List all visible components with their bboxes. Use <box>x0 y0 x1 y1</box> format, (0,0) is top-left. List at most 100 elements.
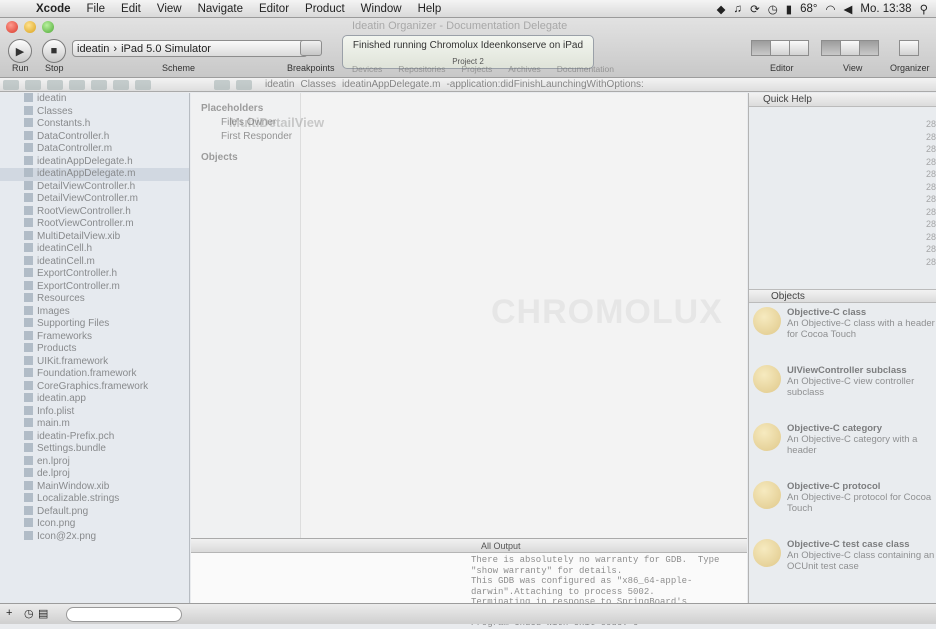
navigator-row[interactable]: ideatinAppDelegate.m <box>0 168 189 181</box>
navigator-row[interactable]: Settings.bundle <box>0 443 189 456</box>
navigator-row[interactable]: Info.plist <box>0 405 189 419</box>
navigator-row[interactable]: DetailViewController.m <box>0 193 189 206</box>
navigator-row[interactable]: Images <box>0 305 189 319</box>
library-item[interactable]: Objective-C category An Objective-C categ… <box>753 423 935 463</box>
console-output-selector[interactable]: All Output <box>191 539 747 553</box>
run-button[interactable]: ▶ <box>8 39 32 63</box>
organizer-button[interactable] <box>899 40 919 56</box>
library-item[interactable]: UIViewController subclass An Objective-C … <box>753 365 935 405</box>
navigator-row[interactable]: MainWindow.xib <box>0 480 189 494</box>
editor-mode-control[interactable] <box>751 40 809 56</box>
debug-navigator-icon[interactable] <box>91 79 107 90</box>
navigator-row[interactable]: Resources <box>0 293 189 306</box>
wifi-icon[interactable]: ◠ <box>826 2 836 16</box>
stop-button[interactable]: ■ <box>42 39 66 63</box>
recent-files-icon[interactable]: ◷ <box>24 607 34 620</box>
menu-help[interactable]: Help <box>410 3 450 15</box>
navigator-row[interactable]: RootViewController.h <box>0 205 189 219</box>
menu-edit[interactable]: Edit <box>113 3 149 15</box>
tab-projects[interactable]: Projects <box>461 64 492 74</box>
library-header[interactable]: Objects <box>749 289 936 303</box>
temperature-readout[interactable]: 68° <box>800 3 817 15</box>
volume-icon[interactable]: ◀ <box>844 2 853 16</box>
tab-devices[interactable]: Devices <box>352 64 382 74</box>
tab-repositories[interactable]: Repositories <box>398 64 445 74</box>
issue-navigator-icon[interactable] <box>69 79 85 90</box>
sync-icon[interactable]: ⟳ <box>750 2 760 16</box>
back-arrow-icon[interactable] <box>214 79 230 90</box>
library-item[interactable]: Objective-C test case class An Objective-… <box>753 539 935 579</box>
search-navigator-icon[interactable] <box>47 79 63 90</box>
navigator-row[interactable]: DataController.m <box>0 143 189 156</box>
debug-area-toggle-icon[interactable] <box>840 40 860 56</box>
navigator-filter-field[interactable] <box>66 607 182 622</box>
tab-documentation[interactable]: Documentation <box>557 64 614 74</box>
navigator-row[interactable]: DetailViewController.h <box>0 180 189 194</box>
navigator-row[interactable]: de.lproj <box>0 468 189 481</box>
scheme-selector[interactable]: ideatin › iPad 5.0 Simulator <box>72 40 308 57</box>
dropbox-icon[interactable]: ◆ <box>717 2 726 16</box>
tab-archives[interactable]: Archives <box>508 64 541 74</box>
navigator-row[interactable]: ExportController.m <box>0 280 189 294</box>
menu-window[interactable]: Window <box>353 3 410 15</box>
navigator-row[interactable]: ideatinCell.h <box>0 243 189 256</box>
menu-view[interactable]: View <box>149 3 190 15</box>
itunes-icon[interactable]: ♫ <box>733 3 742 15</box>
minimize-window-icon[interactable] <box>24 21 36 33</box>
breadcrumb-method[interactable]: -application:didFinishLaunchingWithOptio… <box>446 79 643 90</box>
navigator-row[interactable]: Icon.png <box>0 518 189 531</box>
navigator-row[interactable]: MultiDetailView.xib <box>0 230 189 244</box>
navigator-row[interactable]: Icon@2x.png <box>0 530 189 544</box>
menu-file[interactable]: File <box>79 3 114 15</box>
assistant-editor-icon[interactable] <box>770 40 790 56</box>
navigator-row[interactable]: DataController.h <box>0 130 189 144</box>
library-item[interactable]: Objective-C protocol An Objective-C proto… <box>753 481 935 521</box>
menu-app[interactable]: Xcode <box>28 3 79 15</box>
log-navigator-icon[interactable] <box>135 79 151 90</box>
breakpoints-button[interactable] <box>300 40 322 56</box>
view-control[interactable] <box>821 40 879 56</box>
navigator-row[interactable]: Localizable.strings <box>0 493 189 506</box>
navigator-row[interactable]: ideatinAppDelegate.h <box>0 155 189 169</box>
navigator-row[interactable]: RootViewController.m <box>0 218 189 231</box>
menu-product[interactable]: Product <box>297 3 353 15</box>
standard-editor-icon[interactable] <box>751 40 771 56</box>
organizer-icon[interactable] <box>899 40 919 56</box>
navigator-row[interactable]: ExportController.h <box>0 268 189 281</box>
zoom-window-icon[interactable] <box>42 21 54 33</box>
navigator-row[interactable]: Products <box>0 343 189 356</box>
navigator-row[interactable]: ideatin <box>0 93 189 106</box>
breadcrumb-group[interactable]: Classes <box>300 79 336 90</box>
navigator-row[interactable]: UIKit.framework <box>0 355 189 369</box>
utilities-toggle-icon[interactable] <box>859 40 879 56</box>
close-window-icon[interactable] <box>6 21 18 33</box>
battery-icon[interactable]: ▮ <box>786 2 792 16</box>
library-item[interactable]: Objective-C class An Objective-C class wi… <box>753 307 935 347</box>
breakpoint-navigator-icon[interactable] <box>113 79 129 90</box>
navigator-row[interactable]: Supporting Files <box>0 318 189 331</box>
project-navigator-icon[interactable] <box>3 79 19 90</box>
quick-help-header[interactable]: Quick Help <box>749 93 936 107</box>
navigator-row[interactable]: ideatinCell.m <box>0 255 189 269</box>
navigator-toggle-icon[interactable] <box>821 40 841 56</box>
navigator-row[interactable]: en.lproj <box>0 455 189 469</box>
first-responder-item[interactable]: First Responder <box>221 131 300 142</box>
navigator-row[interactable]: ideatin-Prefix.pch <box>0 430 189 444</box>
navigator-row[interactable]: ideatin.app <box>0 393 189 406</box>
menu-editor[interactable]: Editor <box>251 3 297 15</box>
menu-navigate[interactable]: Navigate <box>190 3 251 15</box>
navigator-row[interactable]: CoreGraphics.framework <box>0 380 189 394</box>
navigator-row[interactable]: Default.png <box>0 505 189 519</box>
symbol-navigator-icon[interactable] <box>25 79 41 90</box>
navigator-row[interactable]: Constants.h <box>0 118 189 131</box>
add-icon[interactable]: + <box>6 607 12 619</box>
scm-filter-icon[interactable]: ▤ <box>38 607 48 620</box>
time-machine-icon[interactable]: ◷ <box>768 2 778 16</box>
forward-arrow-icon[interactable] <box>236 79 252 90</box>
spotlight-icon[interactable]: ⚲ <box>920 2 928 16</box>
version-editor-icon[interactable] <box>789 40 809 56</box>
navigator-row[interactable]: Classes <box>0 105 189 119</box>
navigator-row[interactable]: main.m <box>0 418 189 431</box>
breadcrumb-project[interactable]: ideatin <box>265 79 294 90</box>
breadcrumb-file[interactable]: ideatinAppDelegate.m <box>342 79 440 90</box>
